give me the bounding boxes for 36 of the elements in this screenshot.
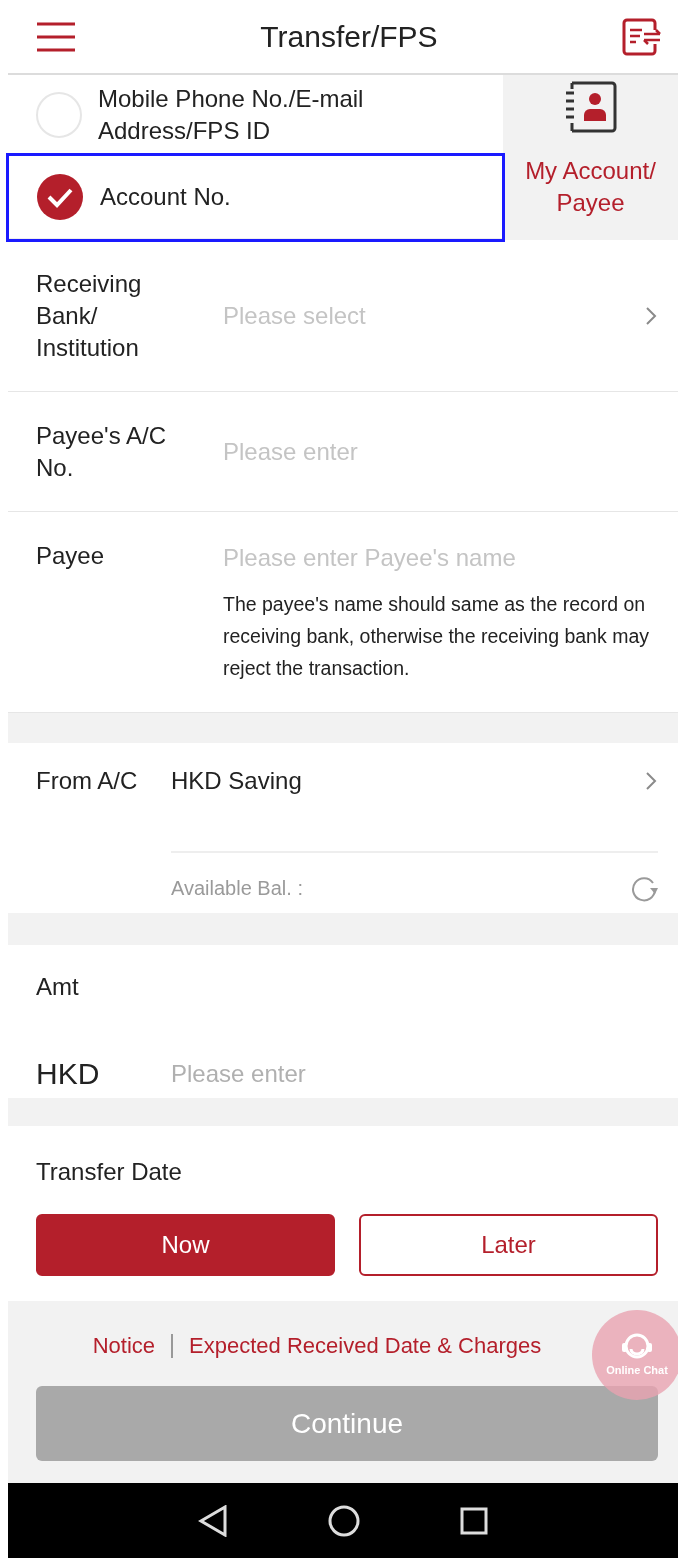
input-field[interactable]: Please enter [223, 433, 658, 470]
refresh-icon[interactable] [630, 874, 658, 902]
menu-icon[interactable] [36, 20, 76, 53]
amount-field[interactable]: Please enter [171, 1055, 658, 1092]
available-balance-label: Available Bal. : [171, 876, 303, 901]
account-select[interactable]: HKD Saving [171, 763, 644, 799]
input-field[interactable]: Please enter Payee's name [223, 540, 658, 576]
select-field[interactable]: Please select [223, 297, 644, 334]
field-label: Receiving Bank/ Institution [36, 268, 143, 363]
recipient-type-option[interactable]: Mobile Phone No./E-mail Address/FPS ID [8, 75, 503, 155]
checked-radio-icon [36, 172, 84, 221]
chevron-right-icon [644, 770, 658, 792]
radio-icon [36, 92, 82, 138]
amount-label: Amt [36, 972, 80, 1002]
recents-icon[interactable] [460, 1506, 488, 1535]
option-label: Mobile Phone No./E-mail Address/FPS ID [98, 84, 365, 146]
home-icon[interactable] [328, 1504, 360, 1537]
payee-shortcut-label: My Account/ Payee [524, 156, 657, 218]
payee-note: The payee's name should same as the record on receiving bank, otherwise the receiving bank may reject the transaction. [223, 592, 650, 681]
footer-link[interactable]: Notice [92, 1329, 156, 1362]
transfer-date-label: Transfer Date [36, 1157, 183, 1187]
back-icon[interactable] [198, 1504, 228, 1537]
transaction-list-icon[interactable] [622, 17, 662, 56]
recipient-type-option[interactable]: Account No. [8, 155, 503, 240]
chevron-right-icon [644, 304, 658, 327]
field-label: Payee's A/C No. [36, 420, 167, 483]
payee-shortcut[interactable]: My Account/ Payee [503, 75, 678, 240]
transfer-date-button[interactable]: Now [36, 1214, 335, 1276]
field-label: Payee [36, 541, 106, 571]
footer-link[interactable]: Expected Received Date & Charges [189, 1329, 542, 1362]
transfer-date-button[interactable]: Later [359, 1214, 658, 1276]
window-title: Transfer/FPS [260, 19, 438, 55]
online-chat-label: Online Chat [606, 1362, 668, 1378]
currency-label: HKD [36, 1056, 101, 1092]
option-label: Account No. [100, 181, 231, 212]
field-label: From A/C [36, 766, 139, 796]
